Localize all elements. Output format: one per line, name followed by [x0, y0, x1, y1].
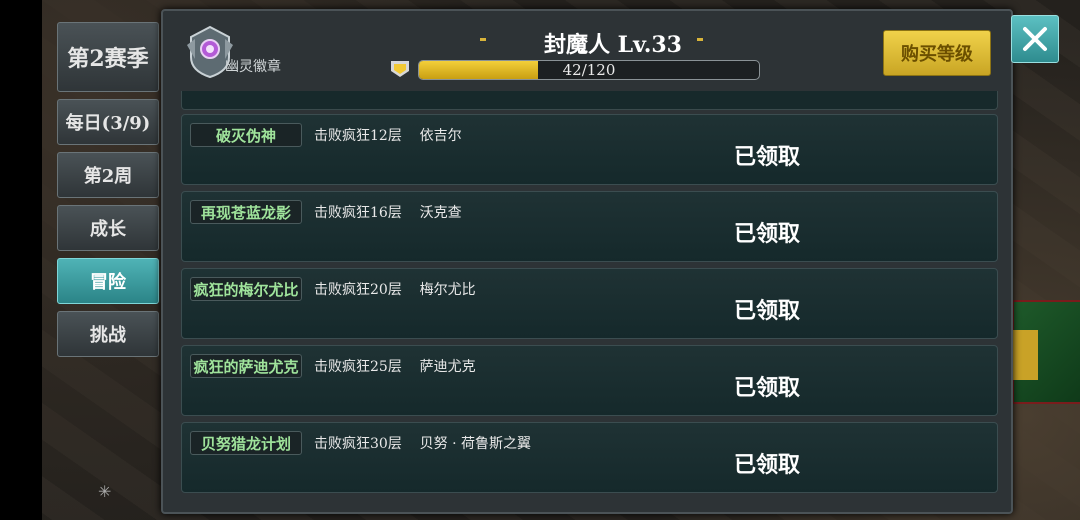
- season-tabs: 第2赛季 每日(3/9) 第2周 成长 冒险 挑战: [57, 22, 159, 364]
- quest-name: 贝努猎龙计划: [190, 431, 302, 455]
- quest-description: 击败疯狂16层 沃克查: [314, 205, 462, 221]
- quest-row: 再现苍蓝龙影 击败疯狂16层 沃克查已领取: [181, 191, 998, 262]
- quest-name: 疯狂的梅尔尤比: [190, 277, 302, 301]
- quest-name: 疯狂的萨迪尤克: [190, 354, 302, 378]
- close-icon: [1023, 27, 1047, 51]
- quest-status-claimed: 已领取: [734, 452, 801, 478]
- close-button[interactable]: [1011, 15, 1059, 63]
- quest-row: 疯狂的梅尔尤比 击败疯狂20层 梅尔尤比已领取: [181, 268, 998, 339]
- quest-row: 破灭伪神 击败疯狂12层 依吉尔已领取: [181, 114, 998, 185]
- title-ornament-right: [697, 38, 703, 41]
- screen-edge: [0, 0, 42, 520]
- quest-row-partial: [181, 91, 998, 110]
- quest-list[interactable]: 破灭伪神 击败疯狂12层 依吉尔 已领取 再现苍蓝龙影 击败疯狂16层 沃克查 已领取 疯狂…: [177, 91, 998, 496]
- sparkle-icon: ✳: [98, 482, 112, 501]
- quest-name: 再现苍蓝龙影: [190, 200, 302, 224]
- buy-level-button[interactable]: 购买等级: [883, 30, 991, 76]
- tab-growth[interactable]: 成长: [57, 205, 159, 251]
- tab-adventure[interactable]: 冒险: [57, 258, 159, 304]
- quest-description: 击败疯狂20层 梅尔尤比: [314, 282, 476, 298]
- tab-week[interactable]: 第2周: [57, 152, 159, 198]
- player-title-level: 封魔人 Lv.33: [544, 32, 682, 58]
- rank-chevron-icon: [391, 61, 409, 77]
- quest-description: 击败疯狂30层 贝努 · 荷鲁斯之翼: [314, 436, 531, 452]
- xp-progress-bar: 42/120: [418, 60, 760, 80]
- tab-season[interactable]: 第2赛季: [57, 22, 159, 92]
- quest-row: 疯狂的萨迪尤克 击败疯狂25层 萨迪尤克已领取: [181, 345, 998, 416]
- xp-progress-text: 42/120: [562, 61, 616, 79]
- gold-box-decoration: [1010, 330, 1038, 380]
- quest-status-claimed: 已领取: [734, 144, 801, 170]
- quest-status-claimed: 已领取: [734, 221, 801, 247]
- tab-daily[interactable]: 每日(3/9): [57, 99, 159, 145]
- battle-pass-panel: 幽灵徽章 封魔人 Lv.33 42/120 购买等级 破灭伪神 击败疯狂12层 依…: [161, 9, 1013, 514]
- quest-status-claimed: 已领取: [734, 298, 801, 324]
- quest-name: 破灭伪神: [190, 123, 302, 147]
- quest-status-claimed: 已领取: [734, 375, 801, 401]
- quest-description: 击败疯狂25层 萨迪尤克: [314, 359, 476, 375]
- tab-challenge[interactable]: 挑战: [57, 311, 159, 357]
- badge-label: 幽灵徽章: [225, 59, 281, 75]
- quest-row: 贝努猎龙计划 击败疯狂30层 贝努 · 荷鲁斯之翼已领取: [181, 422, 998, 493]
- quest-description: 击败疯狂12层 依吉尔: [314, 128, 462, 144]
